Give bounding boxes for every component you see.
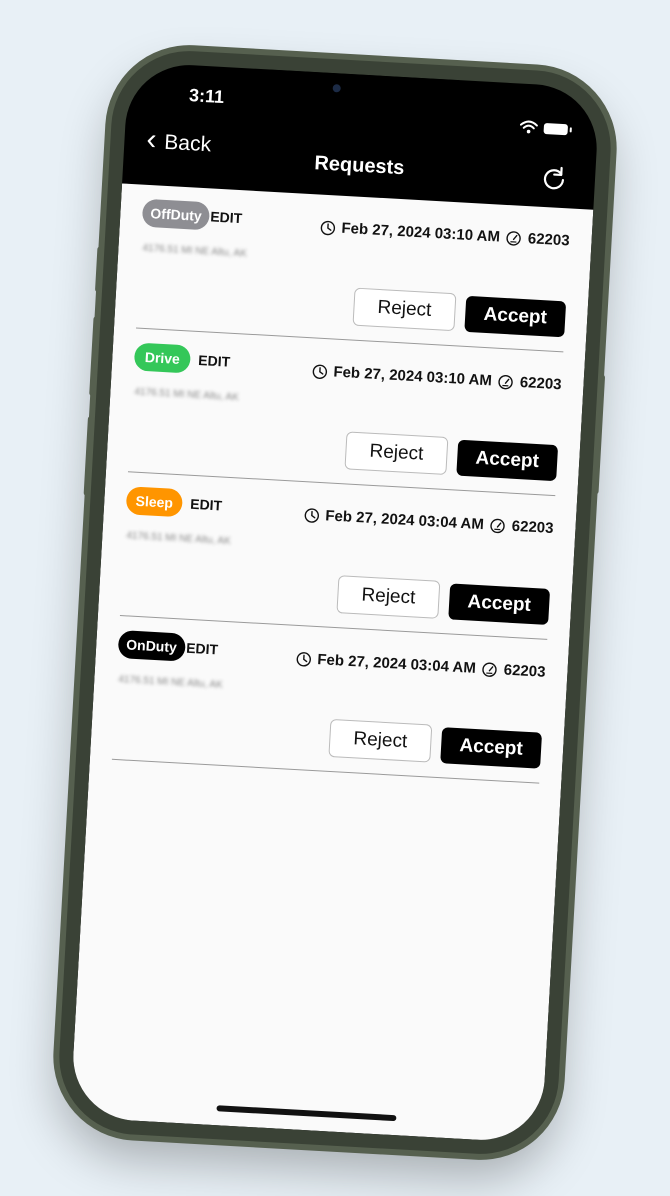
edit-link[interactable]: EDIT <box>198 352 231 370</box>
refresh-icon[interactable] <box>540 165 567 192</box>
request-odometer: 62203 <box>527 230 571 250</box>
request-item: Drive EDIT Feb 27, 2024 03:10 AM 62203 4… <box>127 328 564 497</box>
reject-button[interactable]: Reject <box>352 287 457 332</box>
accept-button[interactable]: Accept <box>440 727 543 769</box>
phone-side-button <box>94 246 104 293</box>
reject-button[interactable]: Reject <box>336 575 441 619</box>
clock-icon <box>312 364 327 379</box>
request-odometer: 62203 <box>519 373 562 394</box>
odometer-icon <box>490 518 506 533</box>
reject-button[interactable]: Reject <box>344 431 449 476</box>
status-badge: OffDuty <box>141 198 211 231</box>
clock-icon <box>320 220 335 235</box>
accept-button[interactable]: Accept <box>456 439 559 482</box>
request-datetime: Feb 27, 2024 03:04 AM <box>324 507 485 534</box>
request-odometer: 62203 <box>503 661 546 681</box>
request-item: OnDuty EDIT Feb 27, 2024 03:04 AM 62203 … <box>111 616 548 784</box>
screen: 3:11 ‹ Back Requests OffDuty EDIT Feb 27… <box>69 61 601 1144</box>
request-location: 4176.51 MI NE Altu, AK <box>118 674 224 691</box>
phone-side-button <box>592 374 606 495</box>
request-location: 4176.51 MI NE Altu, AK <box>142 242 248 260</box>
phone-frame: 3:11 ‹ Back Requests OffDuty EDIT Feb 27… <box>55 46 615 1159</box>
request-location: 4176.51 MI NE Altu, AK <box>126 530 232 548</box>
requests-list: OffDuty EDIT Feb 27, 2024 03:10 AM 62203… <box>69 183 594 1144</box>
edit-link[interactable]: EDIT <box>186 640 219 658</box>
accept-button[interactable]: Accept <box>448 583 551 625</box>
request-item: OffDuty EDIT Feb 27, 2024 03:10 AM 62203… <box>135 184 572 353</box>
status-badge: Drive <box>133 342 192 374</box>
request-datetime: Feb 27, 2024 03:10 AM <box>332 363 493 390</box>
request-meta: Feb 27, 2024 03:10 AM 62203 <box>319 219 570 250</box>
request-item: Sleep EDIT Feb 27, 2024 03:04 AM 62203 4… <box>119 472 556 640</box>
request-meta: Feb 27, 2024 03:10 AM 62203 <box>311 362 562 393</box>
clock-icon <box>304 507 319 523</box>
phone-side-button <box>83 415 95 497</box>
odometer-icon <box>506 230 522 246</box>
status-icons <box>519 120 569 137</box>
clock-icon <box>296 651 311 667</box>
odometer-icon <box>482 662 497 677</box>
odometer-icon <box>498 374 514 389</box>
page-title: Requests <box>313 152 405 180</box>
request-meta: Feb 27, 2024 03:04 AM 62203 <box>303 506 554 537</box>
edit-link[interactable]: EDIT <box>190 496 223 514</box>
phone-side-button <box>89 316 100 397</box>
home-indicator[interactable] <box>216 1105 397 1122</box>
request-meta: Feb 27, 2024 03:04 AM 62203 <box>295 650 546 681</box>
reject-button[interactable]: Reject <box>328 718 433 763</box>
request-location: 4176.51 MI NE Altu, AK <box>134 386 240 404</box>
status-time: 3:11 <box>188 85 225 108</box>
camera <box>332 84 341 93</box>
request-datetime: Feb 27, 2024 03:04 AM <box>316 651 477 677</box>
edit-link[interactable]: EDIT <box>210 208 243 226</box>
request-odometer: 62203 <box>511 517 554 538</box>
accept-button[interactable]: Accept <box>464 295 567 338</box>
status-badge: Sleep <box>125 486 184 518</box>
wifi-icon <box>519 120 538 134</box>
request-datetime: Feb 27, 2024 03:10 AM <box>341 219 501 246</box>
status-badge: OnDuty <box>117 629 186 662</box>
battery-icon <box>543 122 569 135</box>
